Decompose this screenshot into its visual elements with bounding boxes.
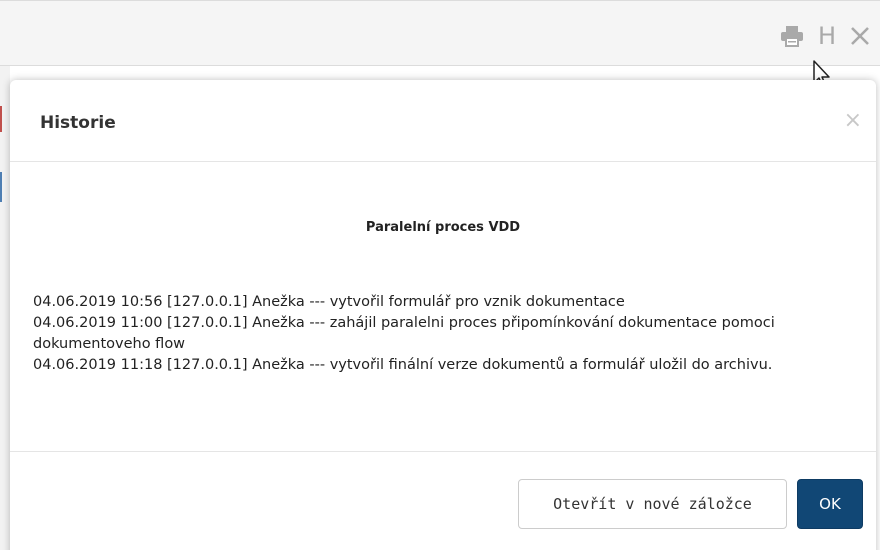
dialog-body: Paralelní proces VDD 04.06.2019 10:56 [1… bbox=[10, 162, 876, 452]
dialog-title: Historie bbox=[40, 113, 116, 133]
printer-icon[interactable] bbox=[780, 23, 804, 49]
toolbar-icons: H bbox=[780, 23, 870, 49]
letter-h-icon[interactable]: H bbox=[818, 23, 836, 49]
history-log: 04.06.2019 10:56 [127.0.0.1] Anežka --- … bbox=[33, 292, 873, 376]
history-entry: 04.06.2019 11:18 [127.0.0.1] Anežka --- … bbox=[33, 357, 773, 373]
history-dialog: Historie × Paralelní proces VDD 04.06.20… bbox=[10, 80, 876, 550]
dialog-close-icon[interactable]: × bbox=[844, 110, 862, 132]
top-toolbar: H bbox=[0, 0, 880, 66]
dialog-footer: Otevřít v nové záložce OK bbox=[10, 452, 876, 550]
page: H Historie × Paralelní proces VDD 04.06.… bbox=[0, 0, 880, 550]
background-marker bbox=[0, 172, 2, 202]
history-entry: 04.06.2019 10:56 [127.0.0.1] Anežka --- … bbox=[33, 294, 625, 310]
open-in-new-tab-button[interactable]: Otevřít v nové záložce bbox=[518, 479, 787, 529]
background-panel-edge bbox=[0, 66, 10, 550]
background-marker bbox=[0, 106, 2, 132]
dialog-header: Historie × bbox=[10, 80, 876, 162]
close-icon[interactable] bbox=[850, 23, 870, 49]
history-entry: 04.06.2019 11:00 [127.0.0.1] Anežka --- … bbox=[33, 315, 775, 352]
ok-button[interactable]: OK bbox=[797, 479, 863, 529]
process-title: Paralelní proces VDD bbox=[365, 220, 521, 235]
